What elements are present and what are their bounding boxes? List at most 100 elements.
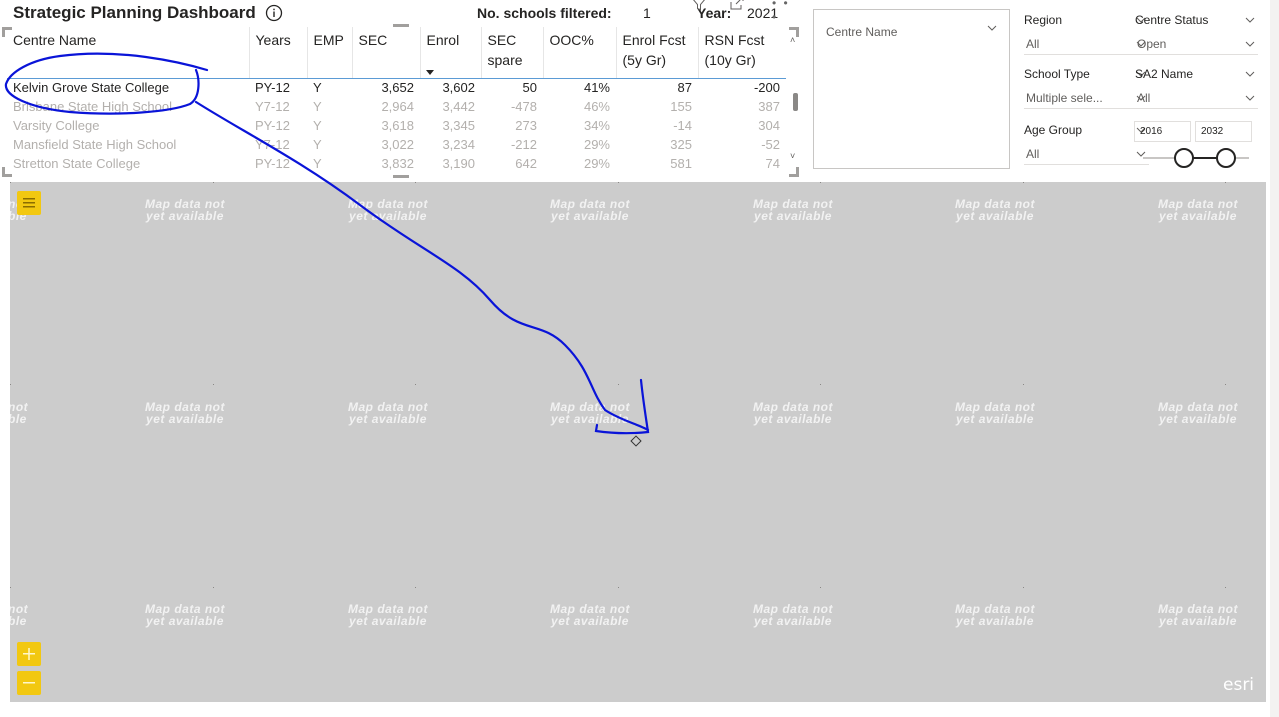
date-range-end-input[interactable]: 2032: [1195, 121, 1252, 142]
map-placeholder-text: Map data not yet available: [1158, 401, 1238, 425]
cell-years[interactable]: PY-12: [249, 116, 307, 135]
cell-sec-spare[interactable]: 642: [481, 154, 543, 173]
cell-centre-name[interactable]: Varsity College: [7, 116, 249, 135]
cell-enrol[interactable]: 3,234: [420, 135, 481, 154]
cell-enrol-fcst[interactable]: 155: [616, 97, 698, 116]
more-options-icon[interactable]: • • •: [772, 0, 800, 24]
cell-emp[interactable]: Y: [307, 78, 352, 97]
table-row[interactable]: Varsity College PY-12 Y 3,618 3,345 273 …: [7, 116, 786, 135]
schools-filtered-label: No. schools filtered:: [477, 5, 612, 21]
column-header-emp[interactable]: EMP: [307, 27, 353, 79]
cell-ooc[interactable]: 46%: [543, 97, 616, 116]
sa2-name-slicer-title: SA2 Name: [1135, 67, 1194, 81]
cell-years[interactable]: Y7-12: [249, 97, 307, 116]
centre-status-dropdown-value: Open: [1137, 37, 1167, 51]
cell-enrol[interactable]: 3,190: [420, 154, 481, 173]
chevron-down-icon[interactable]: [1244, 68, 1256, 80]
zoom-in-button[interactable]: [17, 642, 41, 666]
cell-enrol-fcst[interactable]: 325: [616, 135, 698, 154]
cell-sec[interactable]: 3,618: [352, 116, 420, 135]
region-slicer: Region All: [1024, 11, 1149, 55]
cell-sec-spare[interactable]: 50: [481, 78, 543, 97]
esri-attribution-logo[interactable]: esri: [1223, 675, 1254, 695]
cell-years[interactable]: Y7-12: [249, 135, 307, 154]
map-placeholder-line: yet available: [956, 614, 1034, 628]
school-type-slicer-title: School Type: [1024, 67, 1090, 81]
column-header-enrol-fcst[interactable]: Enrol Fcst (5y Gr): [616, 27, 699, 79]
table-row[interactable]: Brisbane State High School Y7-12 Y 2,964…: [7, 97, 786, 116]
map-tile-corner: [618, 182, 619, 183]
table-row[interactable]: Kelvin Grove State College PY-12 Y 3,652…: [7, 78, 786, 97]
cell-sec-spare[interactable]: -478: [481, 97, 543, 116]
cell-enrol-fcst[interactable]: 581: [616, 154, 698, 173]
map-layers-button[interactable]: [17, 191, 41, 215]
sa2-name-dropdown[interactable]: All: [1135, 89, 1258, 109]
scrollbar-thumb[interactable]: [793, 93, 798, 111]
zoom-out-button[interactable]: [17, 671, 41, 695]
cell-years[interactable]: PY-12: [249, 78, 307, 97]
cell-rsn-fcst[interactable]: 74: [698, 154, 786, 173]
cell-ooc[interactable]: 34%: [543, 116, 616, 135]
date-range-start-input[interactable]: 2016: [1134, 121, 1191, 142]
cell-enrol[interactable]: 3,345: [420, 116, 481, 135]
column-header-ooc[interactable]: OOC%: [543, 27, 617, 79]
cell-years[interactable]: PY-12: [249, 154, 307, 173]
cell-sec[interactable]: 3,022: [352, 135, 420, 154]
date-range-end-handle[interactable]: [1216, 148, 1236, 168]
map-tile-corner: [1225, 182, 1226, 183]
column-header-rsn-fcst[interactable]: RSN Fcst (10y Gr): [698, 27, 786, 79]
table-scrollbar[interactable]: ˄ ˅: [788, 27, 800, 177]
map-tile-corner: [1225, 384, 1226, 385]
column-header-enrol[interactable]: Enrol: [420, 27, 482, 79]
cell-sec[interactable]: 2,964: [352, 97, 420, 116]
table-row[interactable]: Mansfield State High School Y7-12 Y 3,02…: [7, 135, 786, 154]
cell-rsn-fcst[interactable]: 304: [698, 116, 786, 135]
filter-icon[interactable]: [690, 0, 708, 12]
region-dropdown[interactable]: All: [1024, 35, 1149, 55]
cell-sec-spare[interactable]: 273: [481, 116, 543, 135]
chevron-down-icon[interactable]: [1244, 14, 1256, 26]
cell-centre-name[interactable]: Mansfield State High School: [7, 135, 249, 154]
chevron-down-icon[interactable]: [1244, 38, 1256, 50]
cell-emp[interactable]: Y: [307, 97, 352, 116]
cell-rsn-fcst[interactable]: -200: [698, 78, 786, 97]
cell-sec[interactable]: 3,652: [352, 78, 420, 97]
cell-centre-name[interactable]: Kelvin Grove State College: [7, 78, 249, 97]
map-placeholder-text: Map data not yet available: [550, 603, 630, 627]
cell-centre-name[interactable]: Brisbane State High School: [7, 97, 249, 116]
cell-centre-name[interactable]: Stretton State College: [7, 154, 249, 173]
map-placeholder-line: yet available: [551, 209, 629, 223]
scroll-down-icon[interactable]: ˅: [790, 151, 795, 161]
column-header-sec[interactable]: SEC: [352, 27, 421, 79]
column-header-centre-name[interactable]: Centre Name: [7, 27, 250, 79]
column-header-sec-spare[interactable]: SEC spare: [481, 27, 544, 79]
cell-rsn-fcst[interactable]: 387: [698, 97, 786, 116]
cell-sec[interactable]: 3,832: [352, 154, 420, 173]
focus-mode-icon[interactable]: [728, 0, 746, 12]
chevron-down-icon[interactable]: [1244, 92, 1256, 104]
cell-emp[interactable]: Y: [307, 135, 352, 154]
cell-enrol-fcst[interactable]: -14: [616, 116, 698, 135]
cell-ooc[interactable]: 29%: [543, 135, 616, 154]
cell-enrol[interactable]: 3,442: [420, 97, 481, 116]
cell-rsn-fcst[interactable]: -52: [698, 135, 786, 154]
table-row[interactable]: Stretton State College PY-12 Y 3,832 3,1…: [7, 154, 786, 173]
cell-ooc[interactable]: 29%: [543, 154, 616, 173]
cell-enrol[interactable]: 3,602: [420, 78, 481, 97]
map-placeholder-line: yet available: [146, 209, 224, 223]
map-placeholder-line: ble: [10, 614, 27, 628]
school-type-dropdown[interactable]: Multiple sele...: [1024, 89, 1149, 109]
centre-status-dropdown[interactable]: Open: [1135, 35, 1258, 55]
cell-sec-spare[interactable]: -212: [481, 135, 543, 154]
scroll-up-icon[interactable]: ˄: [790, 35, 795, 45]
cell-emp[interactable]: Y: [307, 116, 352, 135]
chevron-down-icon[interactable]: [986, 22, 998, 34]
cell-ooc[interactable]: 41%: [543, 78, 616, 97]
column-header-years[interactable]: Years: [249, 27, 308, 79]
info-icon[interactable]: [265, 4, 283, 22]
cell-emp[interactable]: Y: [307, 154, 352, 173]
cell-enrol-fcst[interactable]: 87: [616, 78, 698, 97]
date-range-start-handle[interactable]: [1174, 148, 1194, 168]
age-group-dropdown[interactable]: All: [1024, 145, 1149, 165]
centre-name-slicer[interactable]: Centre Name: [813, 9, 1010, 169]
